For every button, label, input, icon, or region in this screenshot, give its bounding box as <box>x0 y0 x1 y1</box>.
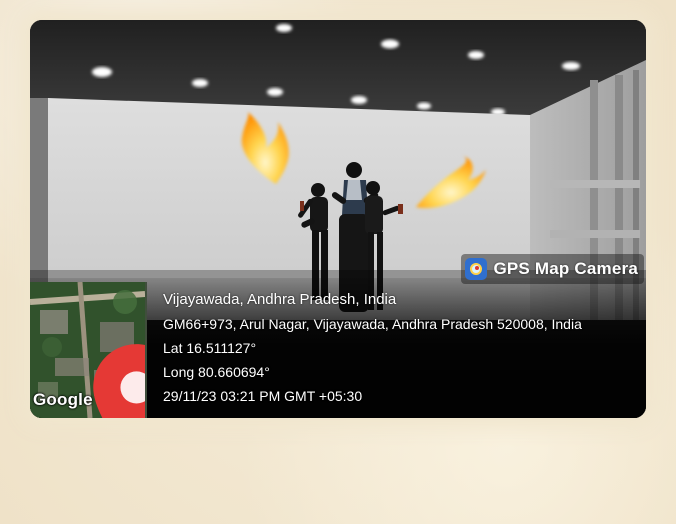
page: Google GPS Map Camera Vijayawada, Andhra… <box>0 0 676 524</box>
location-timestamp: 29/11/23 03:21 PM GMT +05:30 <box>163 388 363 404</box>
location-longitude: Long 80.660694° <box>163 364 270 380</box>
location-address: GM66+973, Arul Nagar, Vijayawada, Andhra… <box>163 316 582 332</box>
map-thumbnail: Google <box>30 282 147 418</box>
location-details: Vijayawada, Andhra Pradesh, India GM66+9… <box>163 288 582 408</box>
brand-label: GPS Map Camera <box>493 259 638 278</box>
location-city: Vijayawada, Andhra Pradesh, India <box>163 291 397 308</box>
google-map-label: Google <box>33 390 93 409</box>
geotagged-photo: Google GPS Map Camera Vijayawada, Andhra… <box>30 20 646 418</box>
gps-map-camera-watermark: GPS Map Camera <box>461 254 644 284</box>
location-latitude: Lat 16.511127° <box>163 340 257 356</box>
gps-map-camera-icon <box>465 258 488 280</box>
